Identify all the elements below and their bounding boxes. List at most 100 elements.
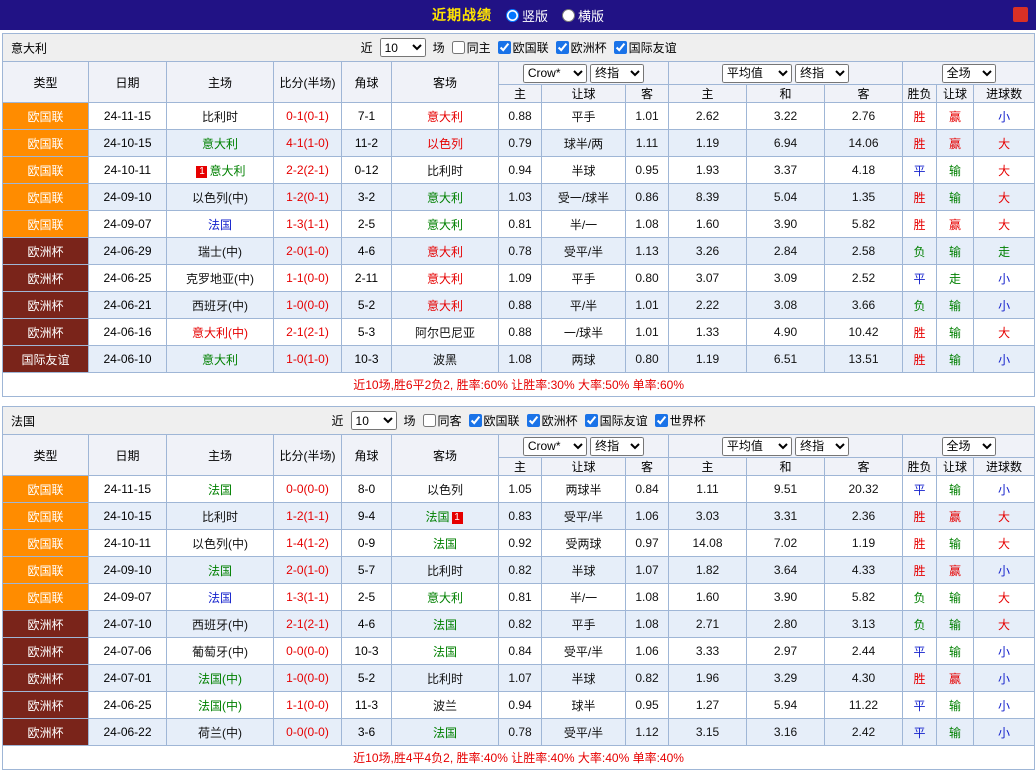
cell-handicap-line-text: 半球	[571, 672, 595, 686]
cell-home-team[interactable]: 以色列(中)	[167, 184, 274, 211]
cell-avg-away-odds: 14.06	[825, 130, 903, 157]
cell-handicap-line-text: 半/一	[570, 218, 597, 232]
cell-avg-home-odds-text: 3.33	[696, 644, 719, 658]
cell-away-team[interactable]: 波黑	[392, 346, 499, 373]
final-odds-select[interactable]: 终指	[590, 64, 644, 83]
cell-home-team[interactable]: 比利时	[167, 503, 274, 530]
cell-result-goals: 大	[974, 184, 1035, 211]
league-filter-nations-league[interactable]: 欧国联	[469, 412, 520, 429]
match-count-select[interactable]: 10	[351, 411, 397, 430]
same-venue-checkbox[interactable]	[452, 41, 465, 54]
cell-home-team[interactable]: 荷兰(中)	[167, 719, 274, 746]
cell-away-team[interactable]: 意大利	[392, 584, 499, 611]
cell-avg-home-odds-text: 3.03	[696, 509, 719, 523]
nations-league-checkbox[interactable]	[498, 41, 511, 54]
euro-checkbox[interactable]	[527, 414, 540, 427]
friendly-checkbox[interactable]	[585, 414, 598, 427]
cell-away-team[interactable]: 法国	[392, 719, 499, 746]
nations-league-checkbox[interactable]	[469, 414, 482, 427]
cell-away-team[interactable]: 意大利	[392, 184, 499, 211]
cell-home-team[interactable]: 西班牙(中)	[167, 611, 274, 638]
average-select[interactable]: 平均值	[722, 64, 792, 83]
cell-away-team[interactable]: 意大利	[392, 211, 499, 238]
bookmaker-select[interactable]: Crow*	[523, 437, 587, 456]
cell-home-team[interactable]: 意大利	[167, 346, 274, 373]
final-odds-select[interactable]: 终指	[590, 437, 644, 456]
cell-handicap-line: 平手	[542, 265, 626, 292]
cell-result-goals-text: 小	[998, 564, 1010, 578]
corner-red-icon[interactable]	[1013, 7, 1028, 22]
cell-away-team[interactable]: 阿尔巴尼亚	[392, 319, 499, 346]
cell-away-team[interactable]: 意大利	[392, 103, 499, 130]
cell-away-team[interactable]: 意大利	[392, 265, 499, 292]
cell-initial-away-odds-text: 0.95	[635, 698, 658, 712]
cell-away-team[interactable]: 法国	[392, 611, 499, 638]
cell-away-team[interactable]: 法国	[392, 638, 499, 665]
cell-away-team[interactable]: 法国	[392, 530, 499, 557]
cell-home-team-text: 法国	[208, 218, 232, 232]
layout-option-horizontal[interactable]: 横版	[562, 6, 604, 25]
cell-score: 0-0(0-0)	[274, 476, 342, 503]
league-filter-worldcup[interactable]: 世界杯	[655, 412, 706, 429]
cell-home-team[interactable]: 意大利(中)	[167, 319, 274, 346]
fullmatch-select[interactable]: 全场	[942, 437, 996, 456]
cell-initial-away-odds: 1.06	[626, 638, 669, 665]
cell-away-team[interactable]: 比利时	[392, 157, 499, 184]
cell-home-team[interactable]: 法国	[167, 557, 274, 584]
friendly-checkbox[interactable]	[614, 41, 627, 54]
cell-result-handicap: 赢	[937, 130, 974, 157]
league-filter-nations-league[interactable]: 欧国联	[498, 39, 549, 56]
worldcup-checkbox[interactable]	[655, 414, 668, 427]
cell-result-goals: 小	[974, 476, 1035, 503]
bookmaker-select[interactable]: Crow*	[523, 64, 587, 83]
cell-handicap-line: 平/半	[542, 292, 626, 319]
cell-home-team[interactable]: 1意大利	[167, 157, 274, 184]
final-odds-select-2[interactable]: 终指	[795, 64, 849, 83]
euro-checkbox[interactable]	[556, 41, 569, 54]
cell-initial-away-odds: 1.06	[626, 503, 669, 530]
sub-header-handicap-result: 让球	[937, 458, 974, 476]
layout-option-vertical[interactable]: 竖版	[506, 6, 548, 25]
cell-corners: 2-5	[342, 584, 392, 611]
cell-initial-home-odds: 0.94	[499, 692, 542, 719]
cell-home-team[interactable]: 葡萄牙(中)	[167, 638, 274, 665]
cell-away-team[interactable]: 比利时	[392, 665, 499, 692]
cell-away-team[interactable]: 以色列	[392, 130, 499, 157]
cell-home-team[interactable]: 法国	[167, 476, 274, 503]
same-venue-filter[interactable]: 同主	[452, 39, 491, 56]
cell-home-team[interactable]: 西班牙(中)	[167, 292, 274, 319]
cell-home-team[interactable]: 法国	[167, 584, 274, 611]
average-select[interactable]: 平均值	[722, 437, 792, 456]
cell-home-team[interactable]: 法国	[167, 211, 274, 238]
cell-home-team[interactable]: 克罗地亚(中)	[167, 265, 274, 292]
league-filter-euro[interactable]: 欧洲杯	[556, 39, 607, 56]
cell-home-team[interactable]: 瑞士(中)	[167, 238, 274, 265]
league-filter-euro[interactable]: 欧洲杯	[527, 412, 578, 429]
cell-away-team[interactable]: 法国1	[392, 503, 499, 530]
cell-away-team[interactable]: 以色列	[392, 476, 499, 503]
same-venue-checkbox[interactable]	[423, 414, 436, 427]
vertical-radio[interactable]	[506, 9, 519, 22]
fullmatch-select[interactable]: 全场	[942, 64, 996, 83]
cell-away-team[interactable]: 意大利	[392, 292, 499, 319]
cell-date-text: 24-06-29	[103, 244, 151, 258]
cell-avg-draw-odds-text: 2.97	[774, 644, 797, 658]
match-count-select[interactable]: 10	[380, 38, 426, 57]
same-venue-filter[interactable]: 同客	[423, 412, 462, 429]
cell-home-team[interactable]: 法国(中)	[167, 692, 274, 719]
cell-home-team-text: 西班牙(中)	[192, 618, 248, 632]
horizontal-radio[interactable]	[562, 9, 575, 22]
cell-home-team[interactable]: 法国(中)	[167, 665, 274, 692]
cell-away-team[interactable]: 波兰	[392, 692, 499, 719]
cell-initial-away-odds-text: 1.01	[635, 325, 658, 339]
cell-away-team[interactable]: 意大利	[392, 238, 499, 265]
cell-home-team[interactable]: 意大利	[167, 130, 274, 157]
cell-avg-home-odds: 3.07	[669, 265, 747, 292]
final-odds-select-2[interactable]: 终指	[795, 437, 849, 456]
cell-home-team[interactable]: 比利时	[167, 103, 274, 130]
league-filter-friendly[interactable]: 国际友谊	[585, 412, 648, 429]
cell-initial-home-odds: 0.88	[499, 103, 542, 130]
cell-home-team[interactable]: 以色列(中)	[167, 530, 274, 557]
cell-away-team[interactable]: 比利时	[392, 557, 499, 584]
league-filter-friendly[interactable]: 国际友谊	[614, 39, 677, 56]
